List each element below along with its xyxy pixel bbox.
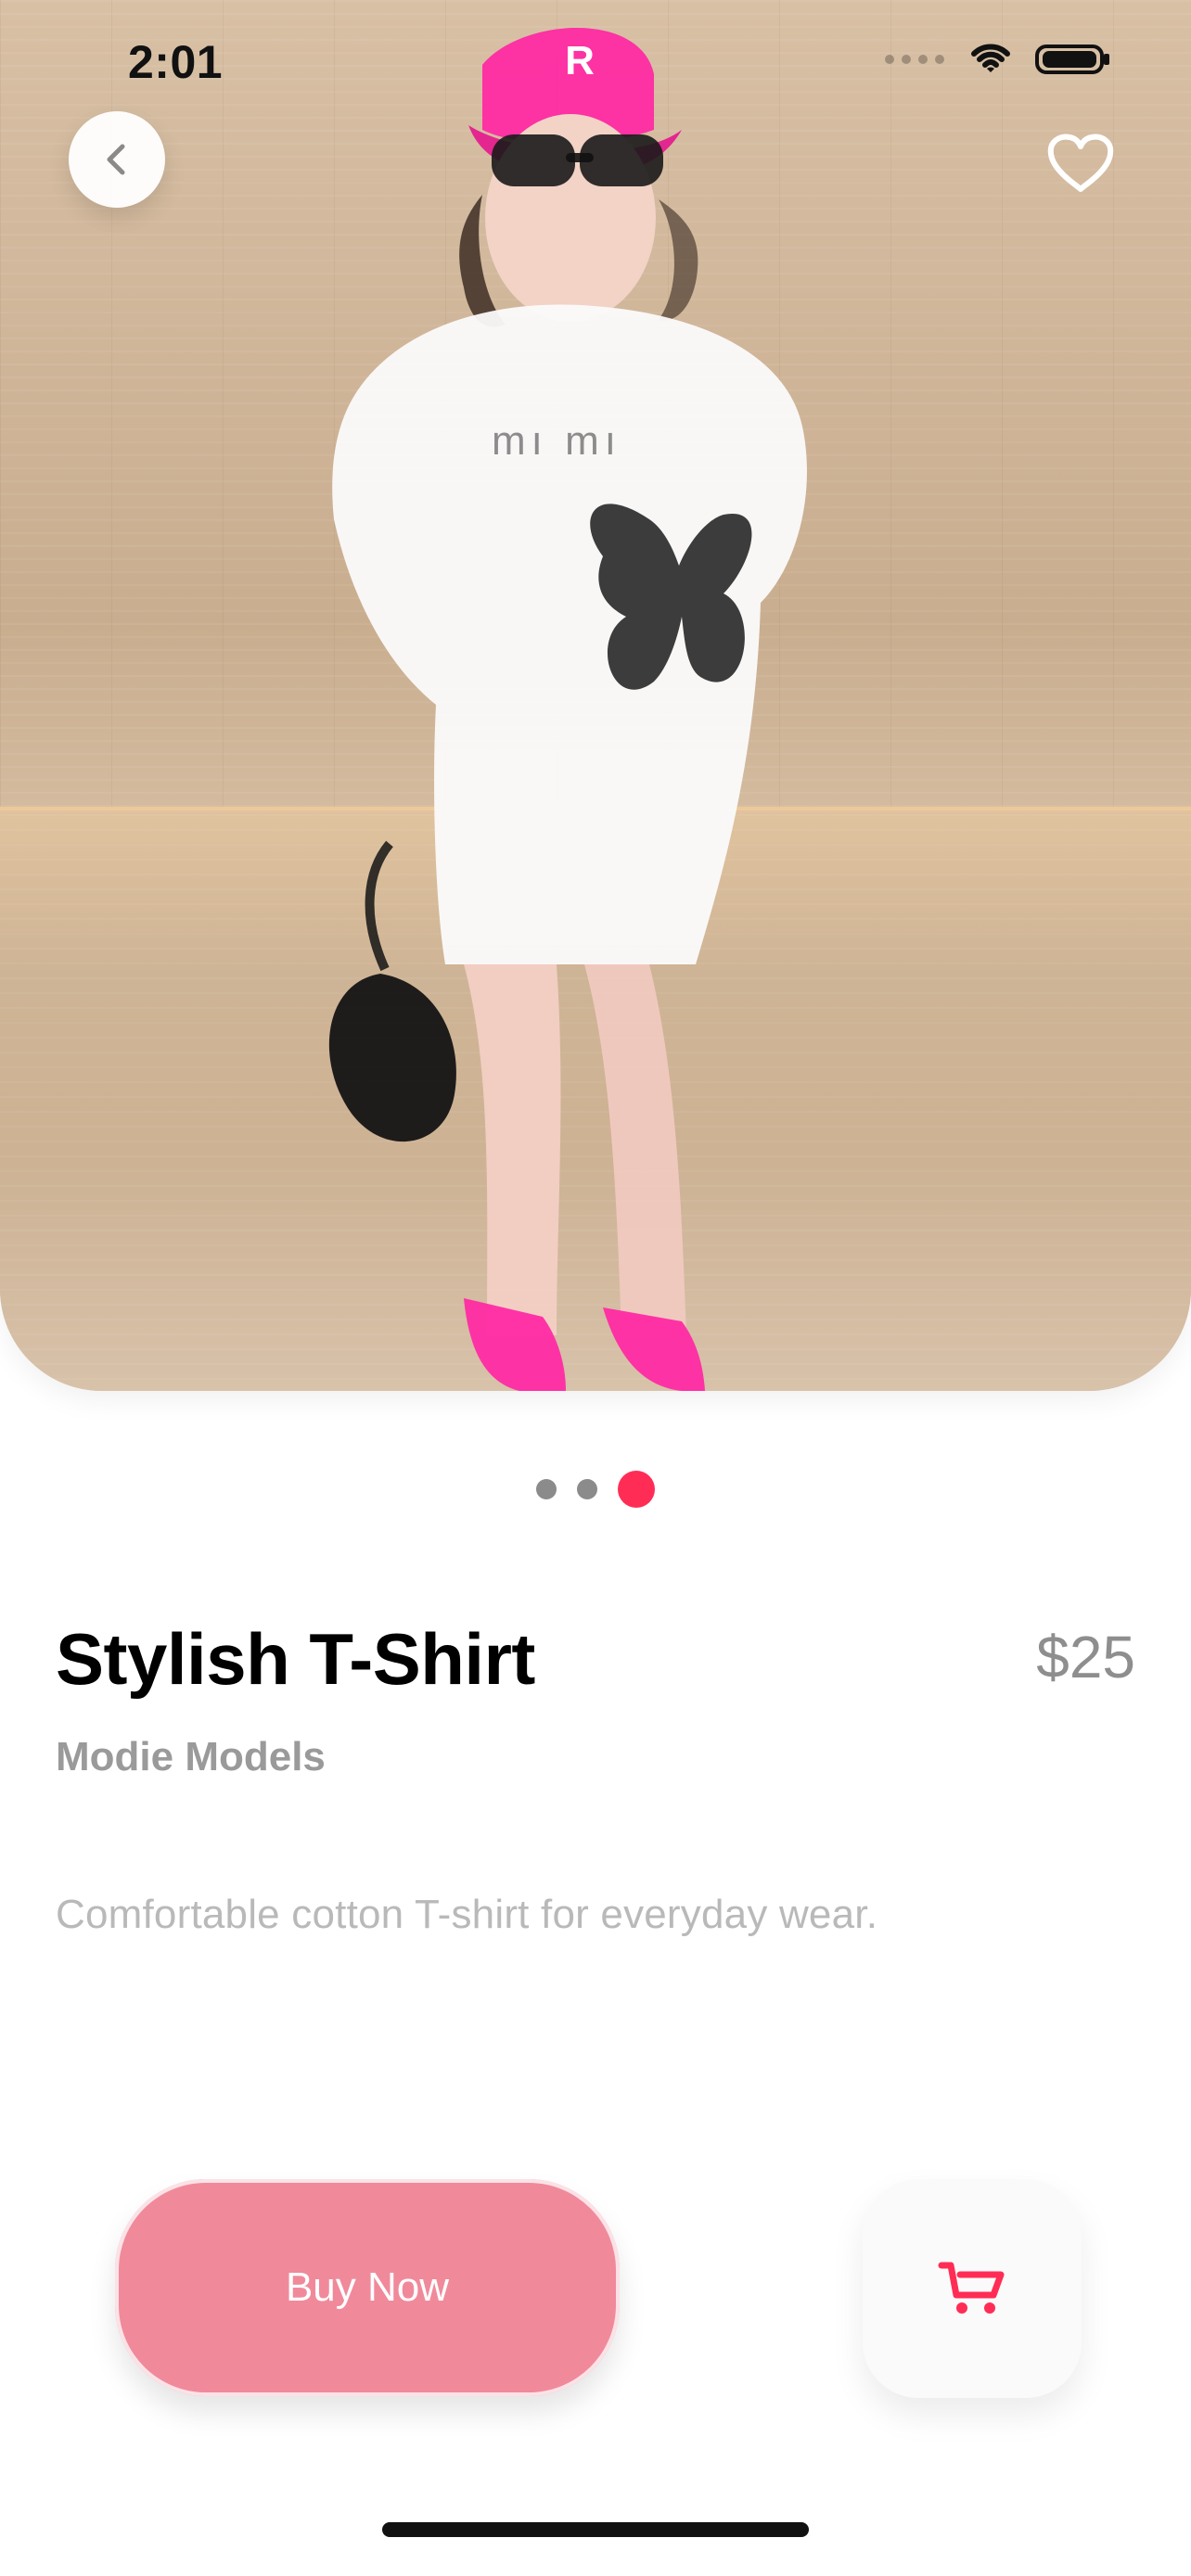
battery-icon bbox=[1035, 45, 1109, 74]
shopping-cart-icon bbox=[938, 2262, 1005, 2314]
pager-dot-1[interactable] bbox=[536, 1479, 557, 1499]
favorite-button[interactable] bbox=[1039, 121, 1122, 204]
product-image: R mı mı 2:01 bbox=[0, 0, 1191, 1391]
image-pager bbox=[536, 1471, 655, 1508]
pager-dot-3-active[interactable] bbox=[618, 1471, 655, 1508]
product-price: $25 bbox=[1036, 1624, 1135, 1690]
chevron-left-icon bbox=[107, 144, 125, 175]
product-brand: Modie Models bbox=[56, 1734, 326, 1779]
status-time: 2:01 bbox=[128, 36, 224, 88]
product-description: Comfortable cotton T-shirt for everyday … bbox=[56, 1892, 878, 1937]
heart-outline-icon bbox=[1047, 134, 1114, 192]
pager-dot-2[interactable] bbox=[577, 1479, 597, 1499]
home-indicator bbox=[382, 2522, 809, 2537]
svg-text:mı mı: mı mı bbox=[492, 418, 621, 464]
cart-button[interactable] bbox=[863, 2179, 1082, 2398]
product-title: Stylish T-Shirt bbox=[56, 1618, 535, 1700]
wifi-icon bbox=[971, 44, 1010, 72]
status-icons bbox=[885, 41, 1111, 78]
buy-now-button[interactable]: Buy Now bbox=[115, 2179, 620, 2396]
cellular-signal-icon bbox=[885, 55, 944, 64]
status-bar: 2:01 bbox=[0, 0, 1191, 111]
back-button[interactable] bbox=[69, 111, 165, 208]
product-photo: R mı mı bbox=[328, 28, 807, 1391]
